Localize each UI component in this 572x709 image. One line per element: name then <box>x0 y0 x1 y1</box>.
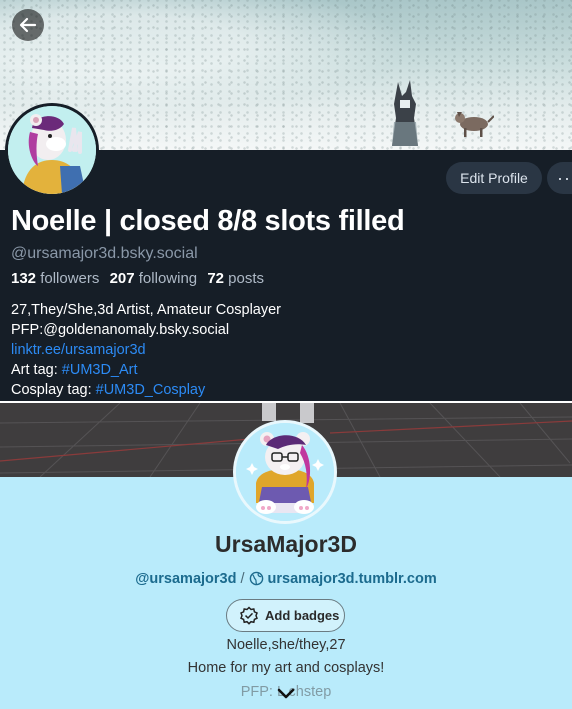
profile-stats: 132 followers 207 following 72 posts <box>11 270 264 287</box>
blog-avatar[interactable] <box>233 420 337 524</box>
bio-link[interactable]: linktr.ee/ursamajor3d <box>11 342 146 358</box>
bio-line: PFP:@goldenanomaly.bsky.social <box>11 322 230 338</box>
banner-animal <box>455 112 494 137</box>
banner-figure <box>392 80 418 146</box>
blog-description-line: Home for my art and cosplays! <box>187 660 385 676</box>
add-badges-button[interactable]: Add badges <box>226 599 345 632</box>
art-tag-link[interactable]: #UM3D_Art <box>62 362 138 378</box>
blog-links: @ursamajor3d / ursamajor3d.tumblr.com <box>0 571 572 587</box>
bio-label: Cosplay tag: <box>11 382 96 398</box>
chevron-down-icon[interactable] <box>276 687 296 701</box>
profile-avatar[interactable] <box>5 103 99 197</box>
globe-icon <box>249 571 263 586</box>
following-stat[interactable]: 207 following <box>110 270 198 287</box>
badge-icon <box>240 605 258 625</box>
followers-stat[interactable]: 132 followers <box>11 270 99 287</box>
back-button[interactable] <box>12 9 44 41</box>
avatar-illustration <box>8 106 96 194</box>
profile-handle: @ursamajor3d.bsky.social <box>11 245 198 262</box>
blog-avatar-illustration <box>236 423 334 521</box>
bluesky-profile: Edit Profile ··· Noelle | closed 8/8 slo… <box>0 0 572 401</box>
posts-stat: 72 posts <box>207 270 265 287</box>
blog-handle-link[interactable]: @ursamajor3d <box>135 571 236 587</box>
blog-title: UrsaMajor3D <box>215 531 357 557</box>
blog-site-link[interactable]: ursamajor3d.tumblr.com <box>268 571 437 587</box>
more-options-button[interactable]: ··· <box>547 162 572 194</box>
edit-profile-button[interactable]: Edit Profile <box>446 162 542 194</box>
tumblr-blog: UrsaMajor3D @ursamajor3d / ursamajor3d.tu… <box>0 403 572 709</box>
link-separator: / <box>240 571 245 587</box>
bio-label: Art tag: <box>11 362 62 378</box>
add-badges-label: Add badges <box>265 608 340 623</box>
blog-description-line: Noelle,she/they,27 <box>226 637 346 653</box>
cosplay-tag-link[interactable]: #UM3D_Cosplay <box>96 382 206 398</box>
arrow-left-icon <box>19 17 37 33</box>
bio-line: 27,They/She,3d Artist, Amateur Cosplayer <box>11 302 281 318</box>
display-name: Noelle | closed 8/8 slots filled <box>11 205 405 237</box>
profile-bio: 27,They/She,3d Artist, Amateur Cosplayer… <box>11 300 281 400</box>
